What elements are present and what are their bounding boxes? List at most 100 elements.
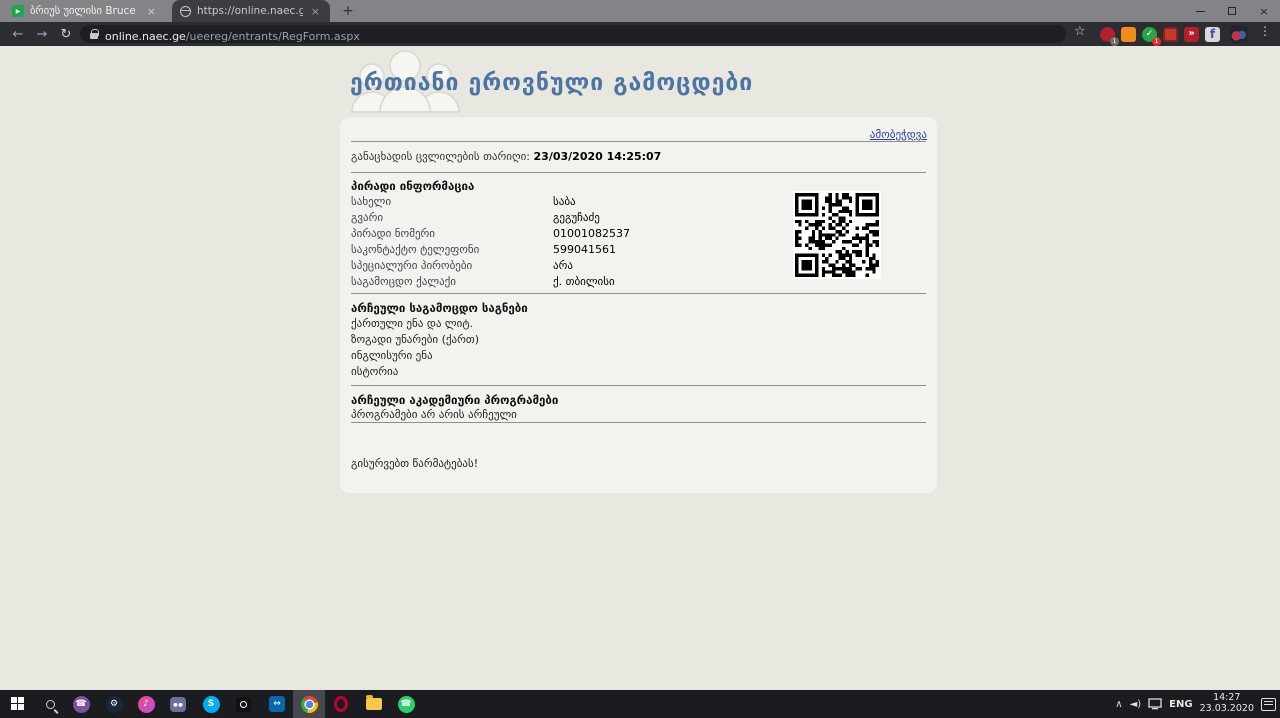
chrome-menu-icon[interactable]: ⋮ — [1258, 24, 1272, 38]
search-icon — [46, 700, 55, 709]
red-circle-extension-icon[interactable]: 1 — [1100, 27, 1115, 42]
date-text: 23.03.2020 — [1200, 703, 1254, 714]
opera-icon — [334, 696, 348, 712]
folder-icon — [366, 698, 382, 710]
windows-taskbar: ☎ ⚙ ♪ S ⇔ ☎ ∧ ◄) ENG 14:2723.03.2020 — [0, 690, 1280, 718]
network-icon[interactable] — [1148, 698, 1162, 710]
new-tab-button[interactable]: + — [338, 2, 358, 20]
extension-badge: 1 — [1152, 37, 1161, 46]
tab-bruce-willis[interactable]: ▶ ბრიუს უილისი Bruce Willis - × — [4, 0, 166, 22]
back-icon[interactable]: ← — [8, 24, 28, 44]
field-value: საბა — [553, 195, 576, 208]
green-play-favicon: ▶ — [12, 5, 24, 17]
taskbar-whatsapp[interactable]: ☎ — [390, 690, 422, 718]
taskbar-clock[interactable]: 14:2723.03.2020 — [1200, 693, 1254, 715]
close-button[interactable]: × — [1248, 0, 1280, 22]
windows-logo-icon — [11, 697, 25, 711]
start-button[interactable] — [2, 690, 34, 718]
maximize-button[interactable] — [1216, 0, 1248, 22]
screen: ▶ ბრიუს უილისი Bruce Willis - × https://… — [0, 0, 1280, 718]
taskbar-search-button[interactable] — [34, 690, 66, 718]
language-indicator[interactable]: ENG — [1169, 699, 1192, 710]
tab-title: ბრიუს უილისი Bruce Willis - — [30, 5, 139, 17]
field-label: საკონტაქტო ტელეფონი — [351, 243, 479, 256]
field-value: 599041561 — [553, 243, 616, 256]
time-text: 14:27 — [1213, 692, 1240, 703]
tab-close-icon[interactable]: × — [145, 5, 158, 18]
field-label: სახელი — [351, 195, 391, 208]
subject-item: ზოგადი უნარები (ქართ) — [351, 333, 479, 346]
subject-item: ისტორია — [351, 365, 398, 378]
volume-icon[interactable]: ◄) — [1130, 699, 1142, 710]
red-chevrons-extension-icon[interactable]: » — [1184, 27, 1199, 42]
field-label: პირადი ნომერი — [351, 227, 435, 240]
tab-close-icon[interactable]: × — [309, 5, 322, 18]
divider — [351, 293, 926, 294]
chrome-icon — [301, 696, 318, 713]
url-host: online.naec.ge — [105, 30, 186, 43]
forward-icon[interactable]: → — [32, 24, 52, 44]
url-path: /ueereg/entrants/RegForm.aspx — [186, 30, 360, 43]
success-wish-text: გისურვებთ წარმატებას! — [351, 457, 478, 470]
extension-badge: 1 — [1110, 37, 1119, 46]
orange-bag-extension-icon[interactable] — [1121, 27, 1136, 42]
whatsapp-icon: ☎ — [398, 696, 415, 713]
field-value: არა — [553, 259, 573, 272]
taskbar-instagram[interactable] — [227, 690, 259, 718]
field-value: გეგუჩაძე — [553, 211, 600, 224]
taskbar-teamviewer[interactable]: ⇔ — [261, 690, 293, 718]
skype-icon: S — [203, 696, 220, 713]
taskbar-discord[interactable] — [162, 690, 194, 718]
field-label: გვარი — [351, 211, 383, 224]
bookmark-star-icon[interactable]: ☆ — [1074, 24, 1086, 39]
taskbar-skype[interactable]: S — [195, 690, 227, 718]
itunes-icon: ♪ — [138, 696, 155, 713]
globe-favicon — [180, 6, 191, 17]
divider — [351, 385, 926, 386]
divider — [351, 172, 926, 173]
divider — [351, 141, 926, 142]
green-shield-extension-icon[interactable]: ✓ 1 — [1142, 27, 1157, 42]
tray-chevron-up-icon[interactable]: ∧ — [1115, 699, 1122, 710]
subject-item: ინგლისური ენა — [351, 349, 433, 362]
taskbar-opera[interactable] — [325, 690, 357, 718]
taskbar-steam[interactable]: ⚙ — [98, 690, 130, 718]
browser-toolbar: ← → ↻ online.naec.ge/ueereg/entrants/Reg… — [0, 22, 1280, 46]
facebook-extension-icon[interactable]: f — [1205, 27, 1220, 42]
webpage: ერთიანი ეროვნული გამოცდები ამობეჭდვა გან… — [0, 46, 1280, 690]
subject-item: ქართული ენა და ლიტ. — [351, 317, 473, 330]
divider — [351, 422, 926, 423]
address-bar[interactable]: online.naec.ge/ueereg/entrants/RegForm.a… — [80, 25, 1066, 43]
tab-title: https://online.naec.ge/ueereg/en — [197, 5, 303, 17]
instagram-icon — [236, 697, 251, 712]
viber-icon: ☎ — [73, 696, 90, 713]
lock-icon[interactable] — [90, 29, 98, 39]
browser-titlebar: ▶ ბრიუს უილისი Bruce Willis - × https://… — [0, 0, 1280, 22]
date-label: განაცხადის ცვლილების თარიღი: — [351, 150, 530, 163]
programs-note: პროგრამები არ არის არჩეული — [351, 408, 517, 421]
teamviewer-icon: ⇔ — [269, 696, 285, 712]
subjects-title: არჩეული საგამოცდო საგნები — [351, 301, 528, 315]
taskbar-viber[interactable]: ☎ — [65, 690, 97, 718]
field-value: 01001082537 — [553, 227, 630, 240]
minimize-button[interactable] — [1184, 0, 1216, 22]
red-square-extension-icon[interactable] — [1163, 27, 1178, 42]
action-center-icon[interactable] — [1261, 698, 1276, 711]
qr-code — [793, 191, 881, 279]
application-date-line: განაცხადის ცვლილების თარიღი: 23/03/2020 … — [351, 150, 661, 163]
system-tray: ∧ ◄) ENG 14:2723.03.2020 — [1115, 690, 1276, 718]
discord-icon — [170, 697, 186, 712]
reload-icon[interactable]: ↻ — [56, 24, 76, 44]
tab-naec-regform[interactable]: https://online.naec.ge/ueereg/en × — [172, 0, 330, 22]
taskbar-chrome[interactable] — [293, 690, 325, 718]
registration-form-panel: ამობეჭდვა განაცხადის ცვლილების თარიღი: 2… — [340, 117, 937, 493]
field-value: ქ. თბილისი — [553, 275, 615, 288]
page-title: ერთიანი ეროვნული გამოცდები — [350, 70, 753, 96]
steam-icon: ⚙ — [106, 696, 123, 713]
personal-info-title: პირადი ინფორმაცია — [351, 179, 474, 193]
profile-avatar[interactable] — [1230, 25, 1248, 43]
taskbar-file-explorer[interactable] — [358, 690, 390, 718]
print-link[interactable]: ამობეჭდვა — [870, 128, 927, 141]
taskbar-itunes[interactable]: ♪ — [130, 690, 162, 718]
field-label: სპეციალური პირობები — [351, 259, 472, 272]
